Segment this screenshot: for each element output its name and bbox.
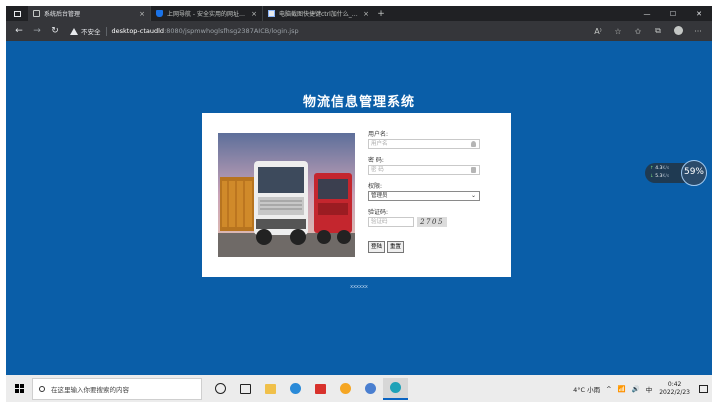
profile-icon bbox=[673, 25, 683, 35]
browser-tab-bar: 系统后台管理 × 上网导航 - 安全实用的网址导航 × 电脑截图快捷键ctrl加… bbox=[6, 6, 712, 21]
search-placeholder: 在这里输入你要搜索的内容 bbox=[51, 385, 129, 394]
password-placeholder: 密 码 bbox=[371, 167, 384, 173]
username-input[interactable]: 用户名 bbox=[368, 139, 480, 149]
page-footer: xxxxxx bbox=[350, 284, 368, 290]
forward-icon[interactable]: → bbox=[28, 26, 46, 36]
tab-title: 电脑截图快捷键ctrl加什么_百度 bbox=[279, 11, 361, 18]
file-explorer-icon[interactable] bbox=[258, 378, 283, 400]
login-form: 用户名: 用户名 密 码: 密 码 权限: 管理员 ⌄ 验证码: 验证码 270… bbox=[368, 131, 480, 253]
clock[interactable]: 0:42 2022/2/23 bbox=[659, 381, 690, 397]
start-button[interactable] bbox=[6, 384, 32, 393]
warning-icon[interactable] bbox=[70, 27, 78, 35]
captcha-placeholder: 验证码 bbox=[371, 219, 388, 225]
password-input[interactable]: 密 码 bbox=[368, 165, 480, 175]
image-icon bbox=[268, 10, 275, 17]
address-bar[interactable]: 不安全 desktop-ctaudld :8080/jspmwhoglsfhsg… bbox=[70, 24, 588, 38]
download-arrow-icon: ↓ bbox=[650, 174, 654, 179]
tab-navigation[interactable]: 上网导航 - 安全实用的网址导航 × bbox=[150, 6, 262, 21]
user-icon bbox=[471, 141, 476, 147]
tab-actions-icon bbox=[13, 10, 21, 17]
screen: 系统后台管理 × 上网导航 - 安全实用的网址导航 × 电脑截图快捷键ctrl加… bbox=[0, 0, 718, 407]
weather-widget[interactable]: 4°C 小雨 bbox=[573, 384, 600, 394]
ime-indicator[interactable]: 中 bbox=[646, 384, 653, 394]
minimize-icon[interactable]: — bbox=[634, 10, 660, 18]
chevron-down-icon: ⌄ bbox=[470, 192, 476, 199]
reset-button[interactable]: 重置 bbox=[387, 241, 405, 253]
network-speed-widget[interactable]: ↑ 4.3K/s ↓ 5.3K/s 59% bbox=[645, 160, 707, 186]
weather-app-icon[interactable] bbox=[333, 378, 358, 400]
new-tab-button[interactable]: + bbox=[374, 9, 388, 19]
role-select[interactable]: 管理员 ⌄ bbox=[368, 191, 480, 201]
task-view-icon[interactable] bbox=[233, 378, 258, 400]
captcha-input[interactable]: 验证码 bbox=[368, 217, 414, 227]
truck-image bbox=[218, 133, 355, 257]
clock-time: 0:42 bbox=[667, 380, 682, 388]
notification-icon bbox=[698, 384, 708, 393]
page-icon bbox=[33, 10, 40, 17]
profile-button[interactable] bbox=[668, 25, 688, 37]
taskbar-search[interactable]: 在这里输入你要搜索的内容 bbox=[32, 377, 202, 400]
close-tab-icon[interactable]: × bbox=[363, 10, 369, 18]
url-path: :8080/jspmwhoglsfhsg2387AICB/login.jsp bbox=[164, 27, 299, 35]
network-icon[interactable]: 📶 bbox=[618, 385, 626, 393]
collections-icon[interactable]: ⧉ bbox=[648, 26, 668, 36]
browser-tools: A⁾ ☆ ✩ ⧉ ··· bbox=[588, 25, 708, 37]
tab-baidu-search[interactable]: 电脑截图快捷键ctrl加什么_百度 × bbox=[262, 6, 374, 21]
login-button[interactable]: 登陆 bbox=[368, 241, 386, 253]
address-toolbar: ← → ↻ 不安全 desktop-ctaudld :8080/jspmwhog… bbox=[6, 21, 712, 41]
refresh-icon[interactable]: ↻ bbox=[46, 26, 64, 36]
role-selected-value: 管理员 bbox=[371, 193, 388, 199]
system-tray: 4°C 小雨 ^ 📶 🔊 中 0:42 2022/2/23 bbox=[570, 375, 712, 402]
captcha-image[interactable]: 2705 bbox=[417, 217, 447, 227]
chrome-icon[interactable] bbox=[358, 378, 383, 400]
password-label: 密 码: bbox=[368, 157, 384, 164]
notification-button[interactable] bbox=[694, 384, 712, 393]
edge-icon[interactable] bbox=[383, 377, 408, 400]
favorites-icon[interactable]: ✩ bbox=[628, 27, 648, 36]
windows-icon bbox=[14, 384, 24, 393]
search-icon bbox=[39, 385, 45, 392]
login-page: 物流信息管理系统 用户名: 用户名 密 码: 密 码 权限: 管理员 ⌄ 验证码… bbox=[6, 41, 712, 375]
security-label[interactable]: 不安全 bbox=[81, 26, 101, 36]
close-window-icon[interactable]: ✕ bbox=[686, 10, 712, 18]
cortana-icon[interactable] bbox=[208, 378, 233, 400]
divider bbox=[105, 26, 107, 36]
chevron-up-icon[interactable]: ^ bbox=[606, 385, 611, 393]
tab-title: 系统后台管理 bbox=[44, 11, 81, 18]
upload-arrow-icon: ↑ bbox=[650, 166, 654, 171]
volume-icon[interactable]: 🔊 bbox=[632, 385, 640, 393]
back-icon[interactable]: ← bbox=[10, 26, 28, 36]
window-controls: — ☐ ✕ bbox=[634, 6, 712, 21]
taskbar-apps bbox=[208, 377, 408, 400]
more-icon[interactable]: ··· bbox=[688, 27, 708, 36]
taskbar: 在这里输入你要搜索的内容 4°C 小雨 ^ 📶 🔊 中 0:42 2022/2/… bbox=[6, 375, 712, 402]
tab-actions-button[interactable] bbox=[6, 6, 28, 21]
captcha-label: 验证码: bbox=[368, 209, 389, 216]
username-label: 用户名: bbox=[368, 131, 389, 138]
ie-icon[interactable] bbox=[283, 378, 308, 400]
maximize-icon[interactable]: ☐ bbox=[660, 10, 686, 18]
truck-illustration bbox=[218, 133, 355, 257]
usage-gauge: 59% bbox=[681, 160, 707, 186]
url-host: desktop-ctaudld bbox=[111, 27, 165, 35]
close-tab-icon[interactable]: × bbox=[139, 10, 145, 18]
role-label: 权限: bbox=[368, 183, 383, 190]
username-placeholder: 用户名 bbox=[371, 141, 388, 147]
wps-icon[interactable] bbox=[308, 378, 333, 400]
tab-title: 上网导航 - 安全实用的网址导航 bbox=[167, 11, 249, 18]
page-title: 物流信息管理系统 bbox=[302, 95, 415, 110]
captcha-row: 验证码 2705 bbox=[368, 217, 480, 227]
favorites-add-icon[interactable]: ☆ bbox=[608, 27, 628, 36]
shield-icon bbox=[156, 10, 163, 17]
form-buttons: 登陆 重置 bbox=[368, 241, 480, 253]
read-aloud-icon[interactable]: A⁾ bbox=[588, 27, 608, 36]
tab-system-admin[interactable]: 系统后台管理 × bbox=[28, 6, 150, 21]
close-tab-icon[interactable]: × bbox=[251, 10, 257, 18]
clock-date: 2022/2/23 bbox=[659, 388, 690, 396]
lock-icon bbox=[471, 167, 476, 173]
login-panel: 用户名: 用户名 密 码: 密 码 权限: 管理员 ⌄ 验证码: 验证码 270… bbox=[202, 113, 511, 277]
